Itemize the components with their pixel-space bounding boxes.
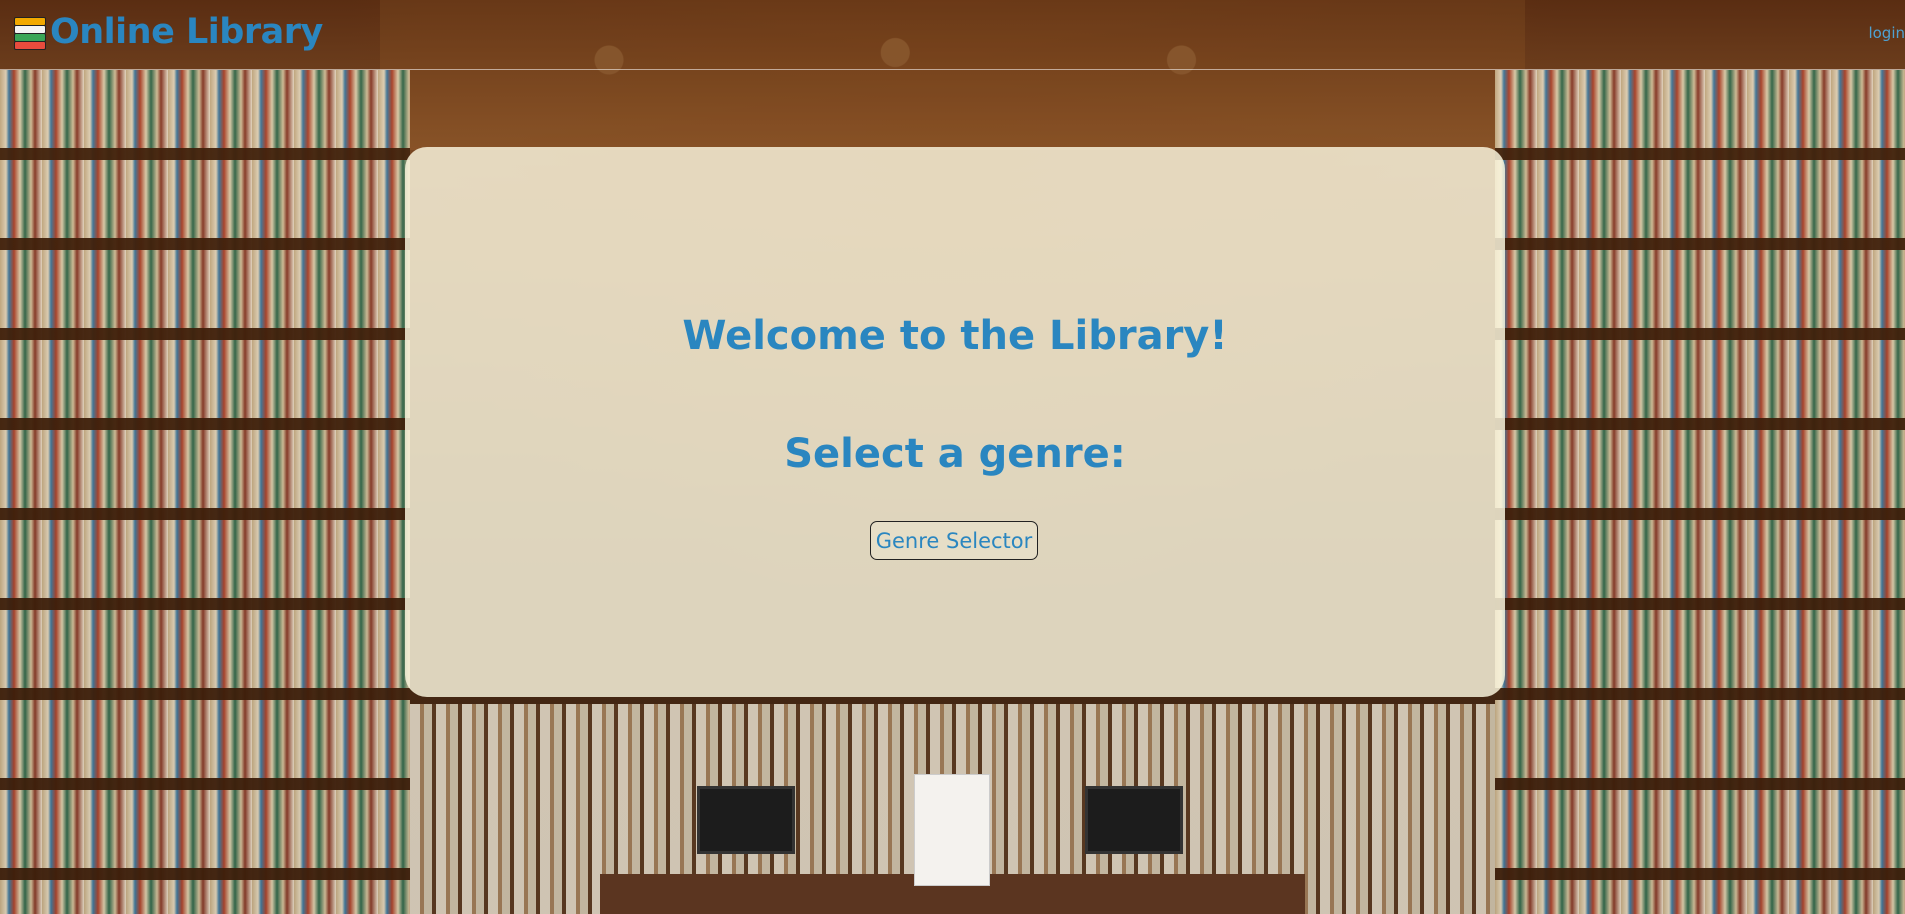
home-logo-link[interactable]: Online Library xyxy=(10,12,323,52)
background-monitor xyxy=(1085,786,1183,854)
books-stack-icon xyxy=(10,14,46,50)
background-shelves-right xyxy=(1495,70,1905,914)
login-link[interactable]: login xyxy=(1868,24,1905,42)
genre-selector-button[interactable]: Genre Selector xyxy=(870,521,1038,560)
background-monitor xyxy=(697,786,795,854)
background-kiosk xyxy=(914,774,990,886)
app-title: Online Library xyxy=(50,12,323,52)
welcome-heading: Welcome to the Library! xyxy=(682,313,1228,359)
page-root: Online Library login Welcome to the Libr… xyxy=(0,0,1905,914)
top-header: Online Library login xyxy=(0,0,1905,70)
welcome-panel: Welcome to the Library! Select a genre: … xyxy=(405,147,1505,697)
genre-prompt-heading: Select a genre: xyxy=(784,431,1126,477)
background-shelves-left xyxy=(0,70,410,914)
